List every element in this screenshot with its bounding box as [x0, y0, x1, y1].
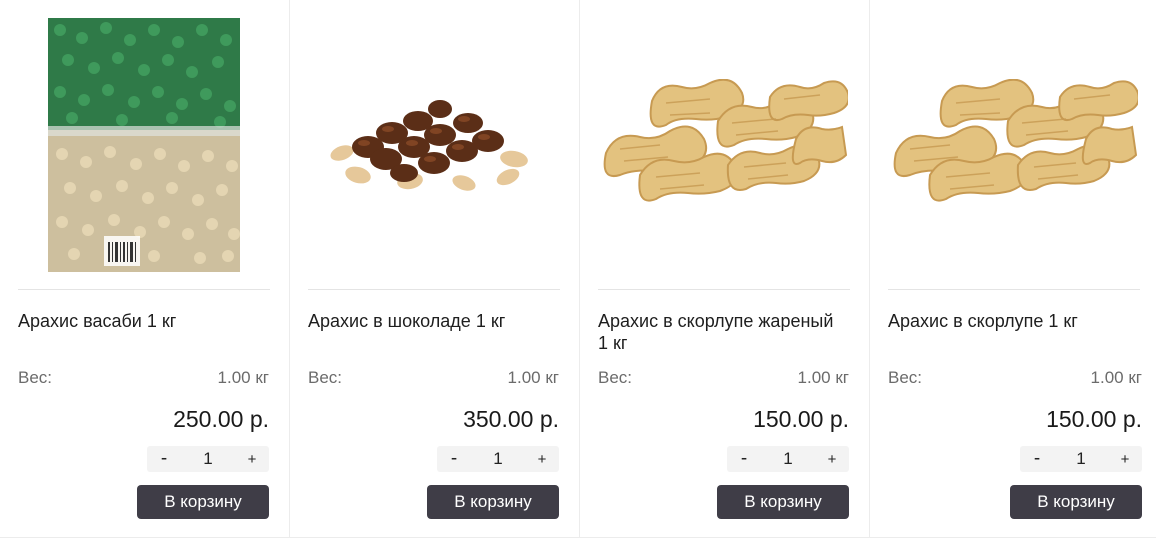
product-price: 250.00 р. [173, 406, 269, 432]
quantity-increase-button[interactable]: + [525, 451, 559, 468]
product-card: Арахис в скорлупе 1 кг Вес: 1.00 кг 150.… [870, 0, 1156, 538]
peanuts-in-shell-image [603, 78, 848, 201]
product-card: Арахис в шоколаде 1 кг Вес: 1.00 кг 350.… [290, 0, 580, 538]
quantity-increase-button[interactable]: + [235, 451, 269, 468]
add-to-cart-button[interactable]: В корзину [1010, 485, 1142, 519]
quantity-decrease-button[interactable]: - [147, 448, 181, 470]
weight-label: Вес: [888, 368, 923, 387]
product-title[interactable]: Арахис в скорлупе жареный 1 кг [598, 310, 848, 354]
quantity-input[interactable]: 1 [761, 449, 815, 469]
weight-label: Вес: [18, 368, 53, 387]
quantity-stepper: - 1 + [147, 446, 269, 472]
weight-label: Вес: [308, 368, 343, 387]
quantity-input[interactable]: 1 [1054, 449, 1108, 469]
quantity-stepper: - 1 + [727, 446, 849, 472]
product-image-link[interactable] [888, 0, 1140, 290]
weight-value: 1.00 кг [797, 368, 849, 387]
quantity-decrease-button[interactable]: - [437, 448, 471, 470]
product-grid: Арахис васаби 1 кг Вес: 1.00 кг 250.00 р… [0, 0, 1156, 554]
peanuts-in-shell-image [893, 78, 1138, 201]
product-card: Арахис васаби 1 кг Вес: 1.00 кг 250.00 р… [0, 0, 290, 538]
add-to-cart-button[interactable]: В корзину [427, 485, 559, 519]
quantity-input[interactable]: 1 [181, 449, 235, 469]
product-image-link[interactable] [18, 0, 270, 290]
product-price: 350.00 р. [463, 406, 559, 432]
product-price: 150.00 р. [753, 406, 849, 432]
product-title[interactable]: Арахис в скорлупе 1 кг [888, 310, 1138, 332]
product-price: 150.00 р. [1046, 406, 1142, 432]
chocolate-peanuts-image [330, 99, 528, 191]
product-title[interactable]: Арахис в шоколаде 1 кг [308, 310, 558, 332]
quantity-decrease-button[interactable]: - [1020, 448, 1054, 470]
quantity-increase-button[interactable]: + [1108, 451, 1142, 468]
weight-value: 1.00 кг [507, 368, 559, 387]
product-title[interactable]: Арахис васаби 1 кг [18, 310, 268, 332]
add-to-cart-button[interactable]: В корзину [717, 485, 849, 519]
weight-value: 1.00 кг [1090, 368, 1142, 387]
quantity-stepper: - 1 + [1020, 446, 1142, 472]
add-to-cart-button[interactable]: В корзину [137, 485, 269, 519]
wasabi-peanuts-bag-image [48, 17, 240, 272]
quantity-decrease-button[interactable]: - [727, 448, 761, 470]
product-image-link[interactable] [598, 0, 850, 290]
weight-label: Вес: [598, 368, 633, 387]
quantity-input[interactable]: 1 [471, 449, 525, 469]
quantity-stepper: - 1 + [437, 446, 559, 472]
weight-value: 1.00 кг [217, 368, 269, 387]
product-card: Арахис в скорлупе жареный 1 кг Вес: 1.00… [580, 0, 870, 538]
quantity-increase-button[interactable]: + [815, 451, 849, 468]
product-image-link[interactable] [308, 0, 560, 290]
